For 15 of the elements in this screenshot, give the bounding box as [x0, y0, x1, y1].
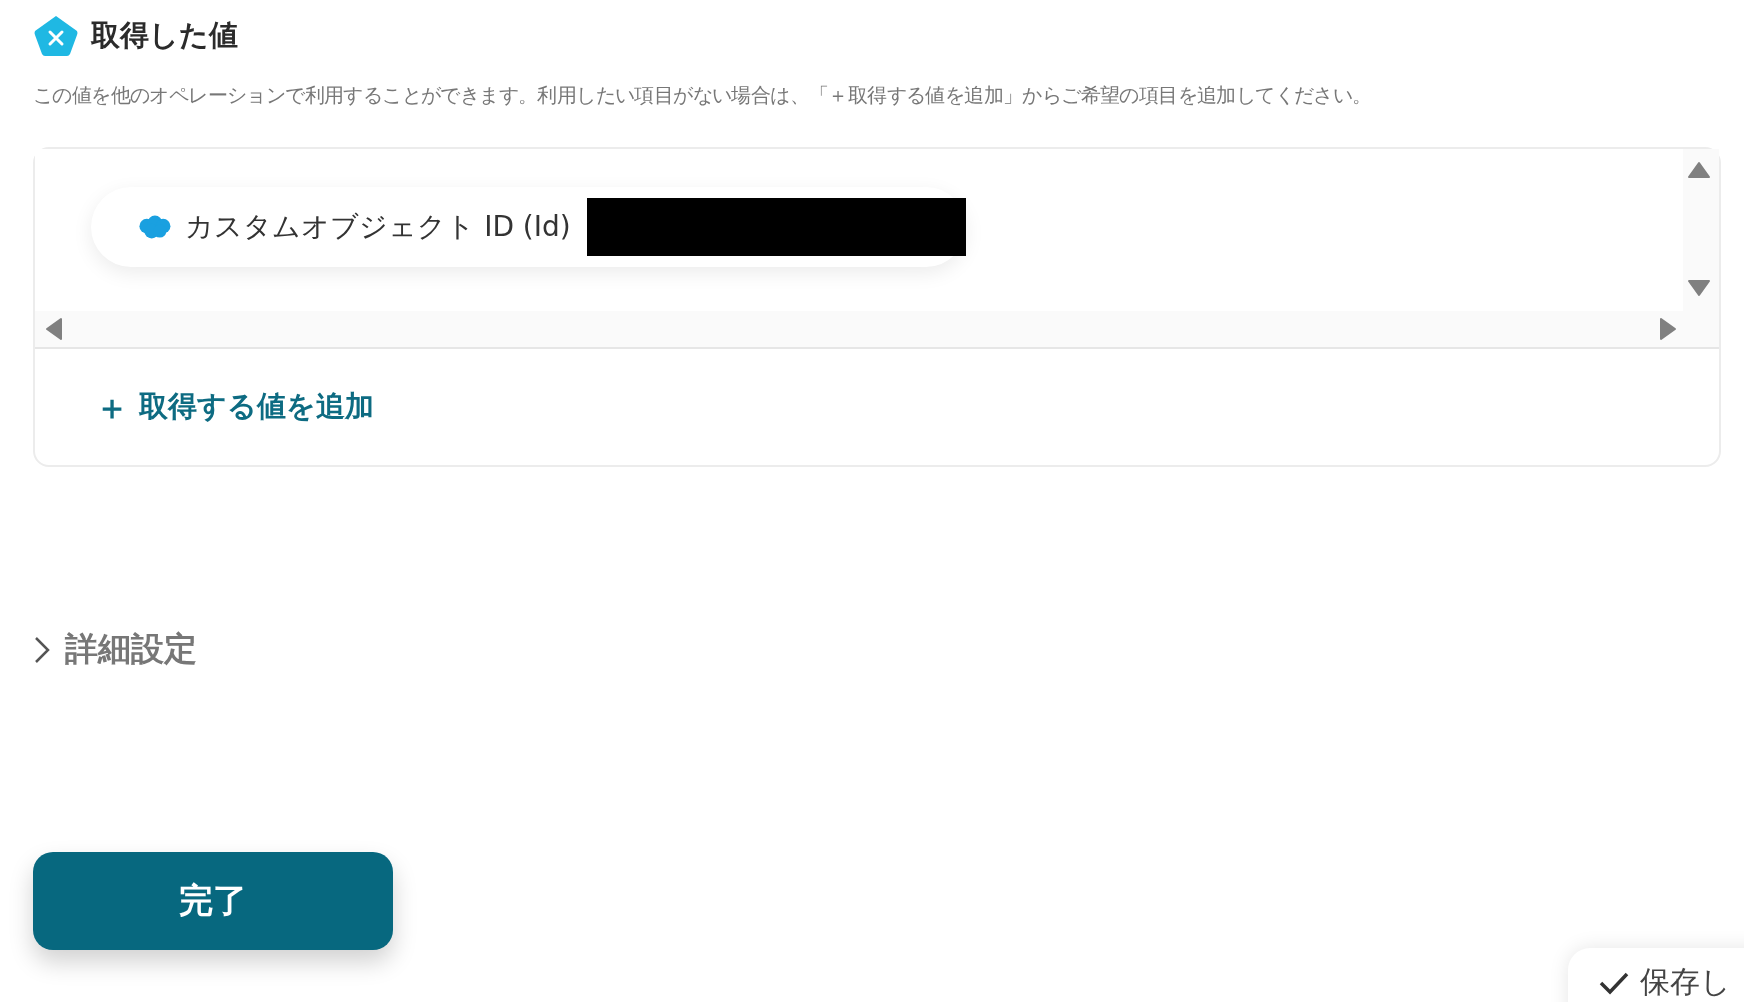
pentagon-x-icon: [33, 14, 79, 58]
chevron-icon: [33, 634, 51, 665]
scroll-right-icon[interactable]: [1659, 317, 1677, 341]
done-button[interactable]: 完了: [33, 852, 393, 950]
scroll-left-icon[interactable]: [45, 317, 63, 341]
section-title: 取得した値: [91, 17, 238, 54]
details-toggle[interactable]: 詳細設定: [33, 627, 197, 672]
value-chip[interactable]: カスタムオブジェクト ID (Id): [91, 187, 966, 267]
check-icon: [1598, 970, 1630, 996]
add-value-button[interactable]: ＋ 取得する値を追加: [95, 387, 374, 427]
scroll-up-icon[interactable]: [1687, 161, 1711, 179]
value-label: カスタムオブジェクト ID (Id): [185, 209, 571, 245]
section-description: この値を他のオペレーションで利用することができます。利用したい項目がない場合は、「＋取得する値を追加」からご希望の項目を追加してください。: [33, 83, 1373, 109]
scroll-down-icon[interactable]: [1687, 279, 1711, 297]
toast-label: 保存し: [1640, 963, 1731, 1001]
